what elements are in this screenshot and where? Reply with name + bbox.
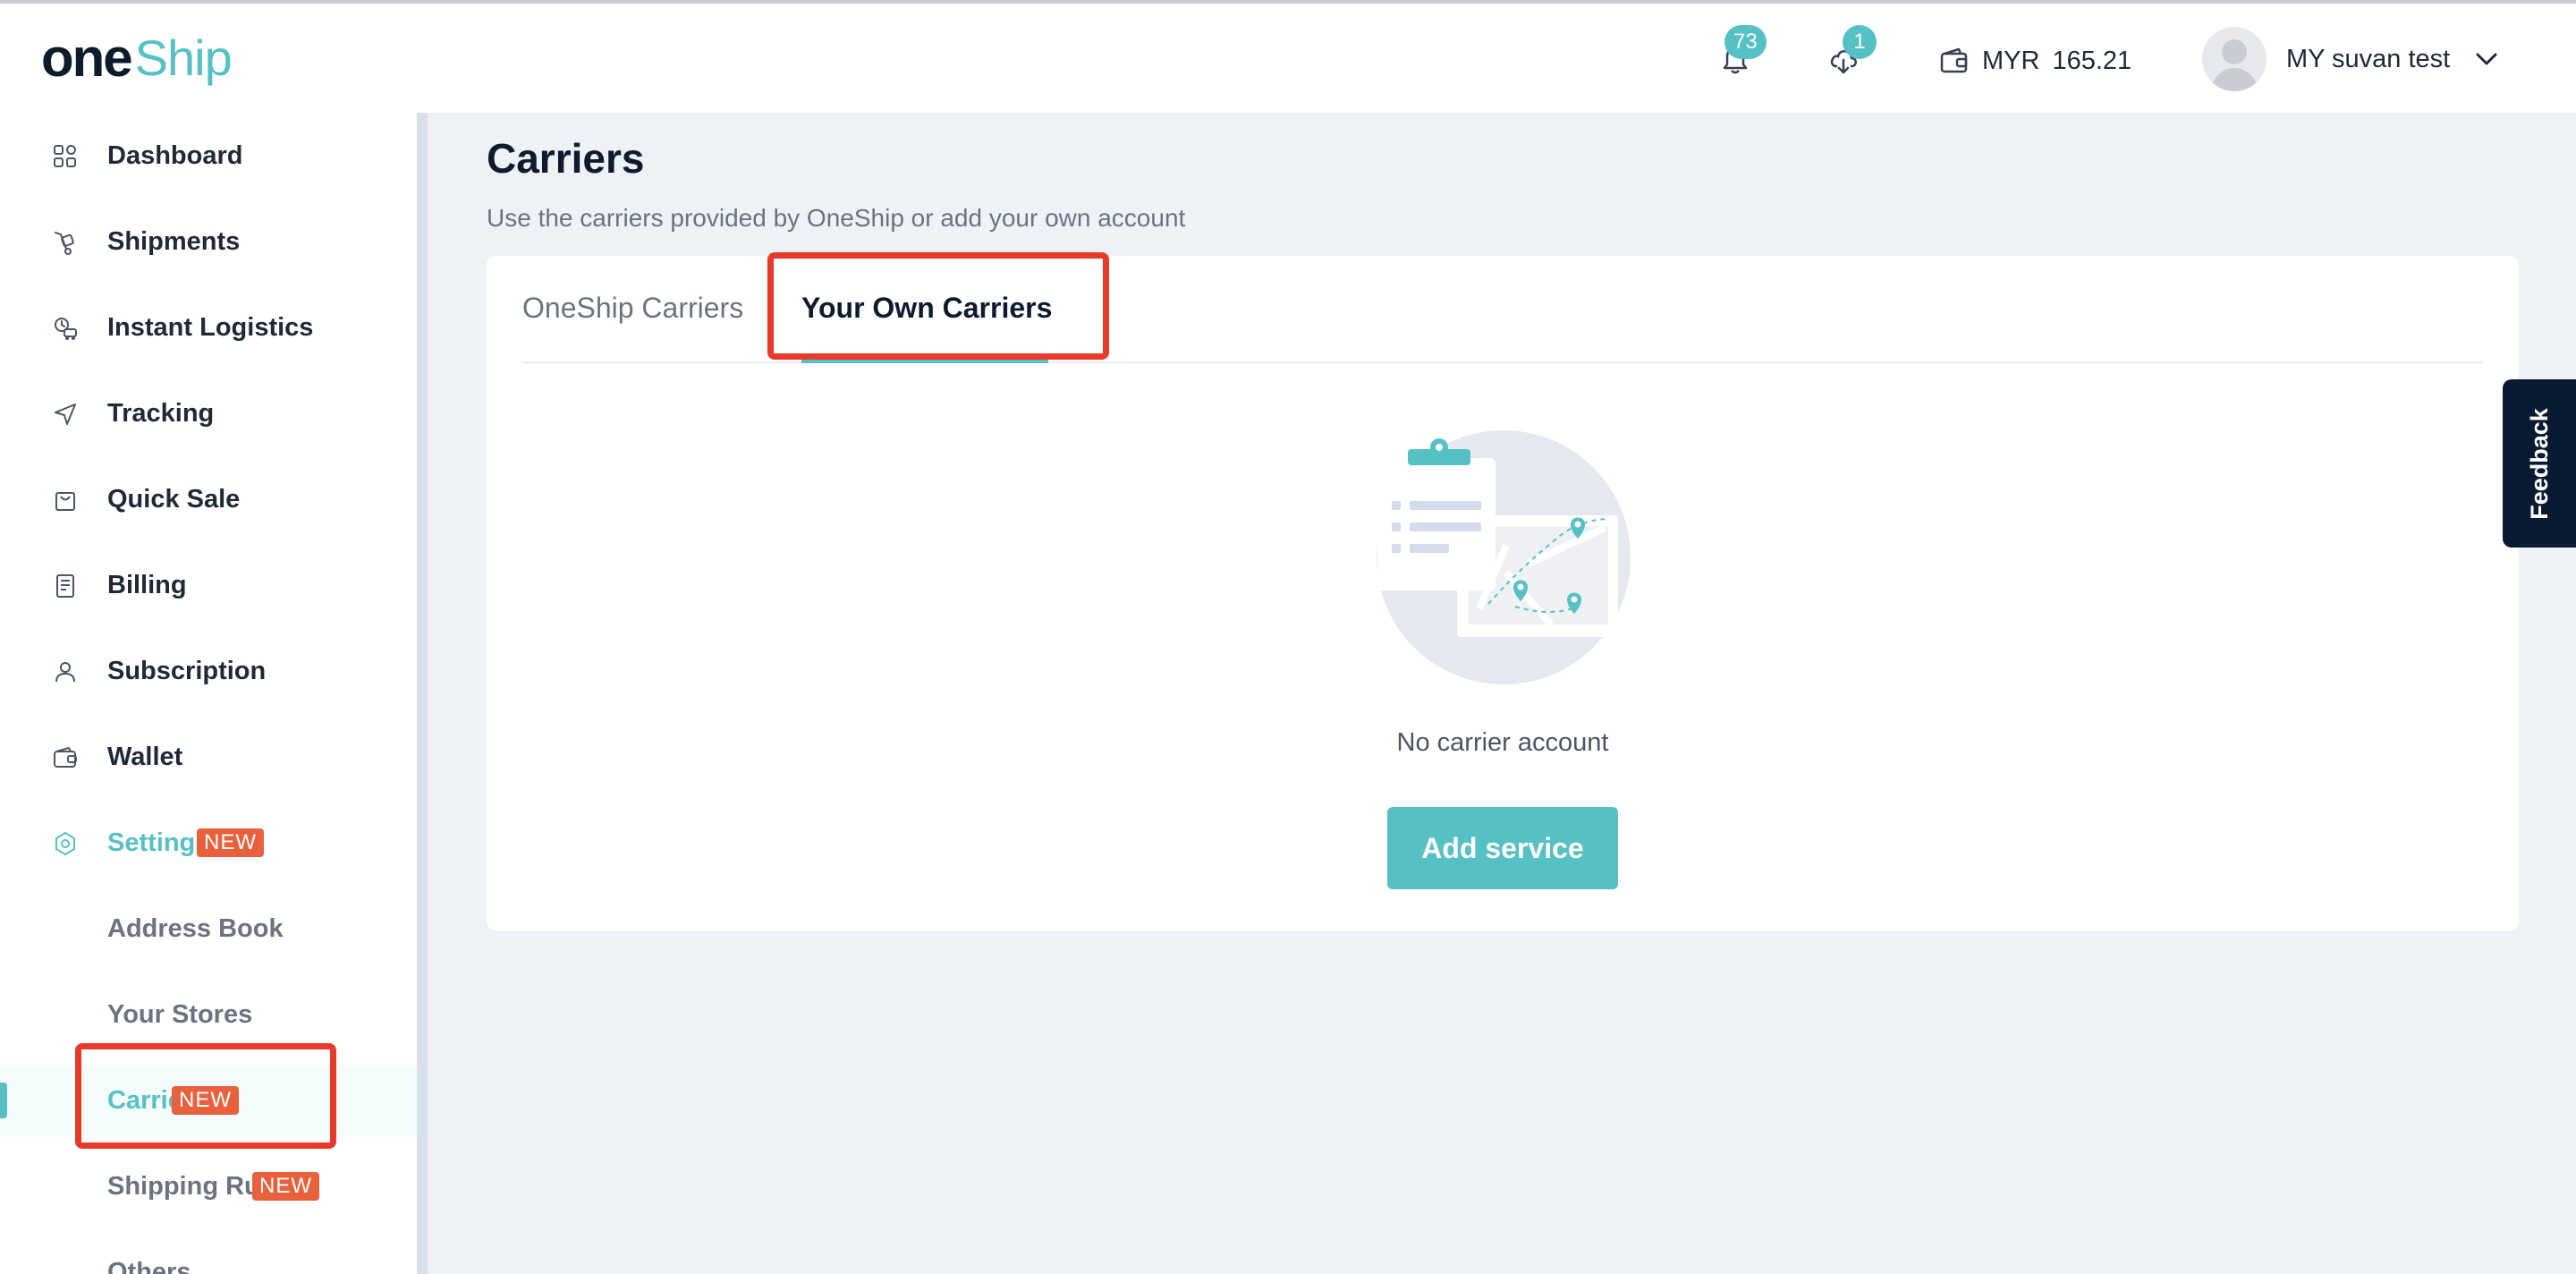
dashboard-icon [54, 145, 76, 167]
new-badge: NEW [252, 1172, 319, 1201]
settings-icon [55, 832, 75, 855]
sidebar-item-tracking[interactable]: Tracking [0, 378, 417, 449]
sidebar-item-quick-sale[interactable]: Quick Sale [0, 463, 417, 535]
user-name: MY suvan test [2286, 44, 2451, 73]
carriers-highlight-annotation [75, 1043, 336, 1149]
feedback-tab[interactable]: Feedback [2503, 379, 2576, 548]
notifications-count-badge: 73 [1724, 25, 1767, 59]
receipt-icon [56, 574, 74, 598]
sidebar-subitem-your-stores[interactable]: Your Stores [0, 979, 417, 1050]
wallet-currency: MYR [1982, 46, 2040, 75]
active-indicator [0, 1083, 7, 1118]
downloads-button[interactable]: 1 [1816, 25, 1877, 86]
chevron-down-icon [2476, 53, 2497, 65]
sidebar-subitem-label: Others [107, 1257, 191, 1274]
sidebar-subitem-label: Your Stores [107, 999, 253, 1029]
wallet-icon [1940, 47, 1968, 73]
tab-highlight-annotation [767, 252, 1109, 360]
sidebar-subitem-address-book[interactable]: Address Book [0, 893, 417, 964]
logo-ship-text: Ship [134, 29, 233, 86]
notifications-button[interactable]: 73 [1708, 25, 1767, 86]
empty-carriers-illustration [1377, 430, 1631, 684]
shopping-bag-icon [55, 492, 75, 511]
wallet-amount: 165.21 [2052, 46, 2132, 75]
top-header: one Ship 73 1 MYR 165.21 MY suvan test [0, 4, 2576, 113]
add-service-button[interactable]: Add service [1387, 807, 1618, 889]
oneship-logo[interactable]: one Ship [41, 27, 233, 88]
feedback-label: Feedback [2525, 407, 2553, 520]
page-title: Carriers [487, 135, 645, 182]
sidebar-item-instant-logistics[interactable]: Instant Logistics [0, 292, 417, 363]
sidebar-item-label: Settings [107, 828, 210, 857]
page-subtitle: Use the carriers provided by OneShip or … [487, 204, 1186, 232]
tab-oneship-carriers[interactable]: OneShip Carriers [522, 292, 743, 331]
user-icon [55, 662, 75, 683]
sidebar-item-wallet[interactable]: Wallet [0, 721, 417, 793]
sidebar-item-dashboard[interactable]: Dashboard [0, 120, 417, 191]
wallet-balance[interactable]: MYR 165.21 [1939, 39, 2131, 82]
downloads-count-badge: 1 [1843, 25, 1877, 59]
logo-one-text: one [41, 27, 133, 88]
sidebar-item-label: Dashboard [107, 140, 243, 170]
avatar [2202, 27, 2267, 91]
wallet-icon [54, 747, 77, 768]
empty-state-text: No carrier account [1396, 728, 1609, 757]
sidebar-item-label: Billing [107, 570, 187, 599]
new-badge: NEW [197, 828, 264, 857]
sidebar-item-label: Wallet [107, 742, 183, 771]
sidebar-subitem-others[interactable]: Others [0, 1236, 417, 1274]
sidebar-item-label: Instant Logistics [107, 312, 314, 342]
sidebar-item-settings[interactable]: Settings NEW [0, 807, 417, 879]
sidebar-subitem-shipping-rules[interactable]: Shipping Rules NEW [0, 1151, 417, 1222]
instant-logistics-icon [55, 318, 77, 340]
sidebar-item-label: Tracking [107, 398, 215, 428]
sidebar-item-label: Shipments [107, 226, 241, 256]
sidebar-item-billing[interactable]: Billing [0, 549, 417, 621]
sidebar-subitem-label: Address Book [107, 913, 284, 943]
sidebar-divider [417, 113, 428, 1274]
sidebar-item-shipments[interactable]: Shipments [0, 206, 417, 277]
sidebar-item-subscription[interactable]: Subscription [0, 635, 417, 707]
navigation-arrow-icon [55, 403, 76, 425]
shipments-icon [55, 232, 74, 255]
sidebar-item-label: Quick Sale [107, 484, 241, 514]
user-menu[interactable]: MY suvan test [2202, 25, 2498, 93]
sidebar-item-label: Subscription [107, 656, 267, 685]
